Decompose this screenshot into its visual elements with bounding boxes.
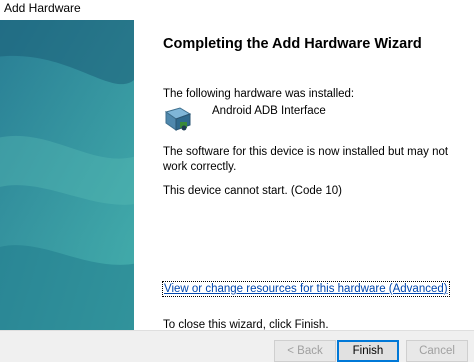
back-button[interactable]: < Back xyxy=(274,340,336,362)
warning-text: The software for this device is now inst… xyxy=(163,146,449,173)
finish-button[interactable]: Finish xyxy=(337,340,399,362)
device-name: Android ADB Interface xyxy=(212,105,326,117)
button-bar xyxy=(0,330,474,362)
cancel-button[interactable]: Cancel xyxy=(406,340,468,362)
wizard-side-banner xyxy=(0,20,134,330)
status-text: This device cannot start. (Code 10) xyxy=(163,185,342,197)
page-title: Completing the Add Hardware Wizard xyxy=(163,36,422,52)
resources-link-focus[interactable]: View or change resources for this hardwa… xyxy=(162,281,450,297)
title-bar[interactable]: Add Hardware xyxy=(0,0,474,20)
window-title: Add Hardware xyxy=(4,1,81,15)
banner-graphic xyxy=(0,20,134,330)
hardware-device-icon xyxy=(164,106,192,132)
view-resources-link[interactable]: View or change resources for this hardwa… xyxy=(164,283,448,295)
add-hardware-window: Add Hardware Completing the Add Hardware… xyxy=(0,0,474,362)
installed-label: The following hardware was installed: xyxy=(163,88,355,100)
